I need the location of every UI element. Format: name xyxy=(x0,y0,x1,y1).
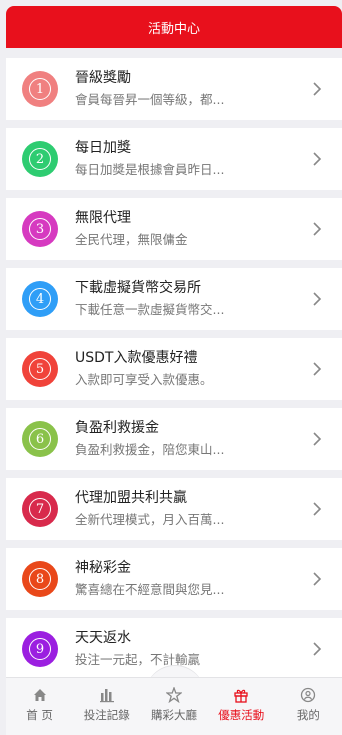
user-icon xyxy=(301,687,316,703)
promotion-title: 負盈利救援金 xyxy=(75,420,159,436)
promotion-description: 入款即可享受入款優惠。 xyxy=(75,372,213,387)
number-badge: 4 xyxy=(22,281,58,317)
tab-label: 首 页 xyxy=(26,708,53,722)
number-badge: 1 xyxy=(22,71,58,107)
chevron-right-icon xyxy=(313,642,322,656)
tab-label: 優惠活動 xyxy=(218,708,265,722)
tab-bet-records[interactable]: 投注記錄 xyxy=(73,678,140,735)
chevron-right-icon xyxy=(313,222,322,236)
page-header: 活動中心 xyxy=(6,6,342,48)
chevron-right-icon xyxy=(313,572,322,586)
promotion-item[interactable]: 4 下載虛擬貨幣交易所下載任意一款虛擬貨幣交... xyxy=(6,268,342,330)
promotion-item[interactable]: 2 每日加獎每日加獎是根據會員昨日... xyxy=(6,128,342,190)
promotion-title: 每日加獎 xyxy=(75,140,131,156)
number-badge: 3 xyxy=(22,211,58,247)
tab-label: 購彩大廳 xyxy=(151,708,197,722)
promotion-description: 全民代理，無限傭金 xyxy=(75,232,188,247)
promotion-description: 每日加獎是根據會員昨日... xyxy=(75,162,225,177)
bottom-tab-bar: 首 页 投注記錄 購彩大廳 優惠活動 我的 xyxy=(6,677,342,735)
number-badge: 6 xyxy=(22,421,58,457)
promotion-title: 天天返水 xyxy=(75,630,131,646)
promotion-description: 負盈利救援金，陪您東山... xyxy=(75,442,225,457)
tab-lottery-hall[interactable]: 購彩大廳 xyxy=(140,678,207,735)
promotion-item[interactable]: 7 代理加盟共利共贏全新代理模式，月入百萬... xyxy=(6,478,342,540)
promotion-item[interactable]: 3 無限代理全民代理，無限傭金 xyxy=(6,198,342,260)
chevron-right-icon xyxy=(313,432,322,446)
gift-icon xyxy=(234,689,248,703)
tab-promotions[interactable]: 優惠活動 xyxy=(208,678,275,735)
tab-mine[interactable]: 我的 xyxy=(275,678,342,735)
promotion-item[interactable]: 1 晉級獎勵會員每晉昇一個等級，都... xyxy=(6,58,342,120)
number-badge: 9 xyxy=(22,631,58,667)
promotion-item[interactable]: 5 USDT入款優惠好禮 入款即可享受入款優惠。 xyxy=(6,338,342,400)
bar-chart-icon xyxy=(99,689,114,703)
tab-label: 投注記錄 xyxy=(83,708,130,722)
promotion-title: USDT入款優惠好禮 xyxy=(75,350,198,366)
promotion-title: 晉級獎勵 xyxy=(75,70,131,86)
chevron-right-icon xyxy=(313,362,322,376)
tab-home[interactable]: 首 页 xyxy=(6,678,73,735)
promotion-title: 代理加盟共利共贏 xyxy=(75,490,187,506)
star-icon xyxy=(166,687,182,703)
promotion-description: 下載任意一款虛擬貨幣交... xyxy=(75,302,225,317)
promotion-title: 無限代理 xyxy=(75,210,131,226)
home-icon xyxy=(33,689,46,701)
chevron-right-icon xyxy=(313,152,322,166)
promotion-list: 1 晉級獎勵會員每晉昇一個等級，都... 2 每日加獎每日加獎是根據會員昨日..… xyxy=(6,58,342,688)
tab-label: 我的 xyxy=(296,708,320,722)
number-badge: 5 xyxy=(22,351,58,387)
number-badge: 7 xyxy=(22,491,58,527)
number-badge: 2 xyxy=(22,141,58,177)
promotion-description: 驚喜總在不經意間與您見... xyxy=(75,582,225,597)
promotion-description: 投注一元起，不計輸贏 xyxy=(75,652,201,667)
promotion-description: 會員每晉昇一個等級，都... xyxy=(75,92,225,107)
page-title: 活動中心 xyxy=(147,21,200,37)
chevron-right-icon xyxy=(313,292,322,306)
promotion-title: 神秘彩金 xyxy=(75,560,131,576)
promotion-item[interactable]: 8 神秘彩金驚喜總在不經意間與您見... xyxy=(6,548,342,610)
number-badge: 8 xyxy=(22,561,58,597)
promotion-title: 下載虛擬貨幣交易所 xyxy=(75,280,201,296)
promotion-description: 全新代理模式，月入百萬... xyxy=(75,512,225,527)
chevron-right-icon xyxy=(313,502,322,516)
promotion-item[interactable]: 6 負盈利救援金負盈利救援金，陪您東山... xyxy=(6,408,342,470)
chevron-right-icon xyxy=(313,82,322,96)
